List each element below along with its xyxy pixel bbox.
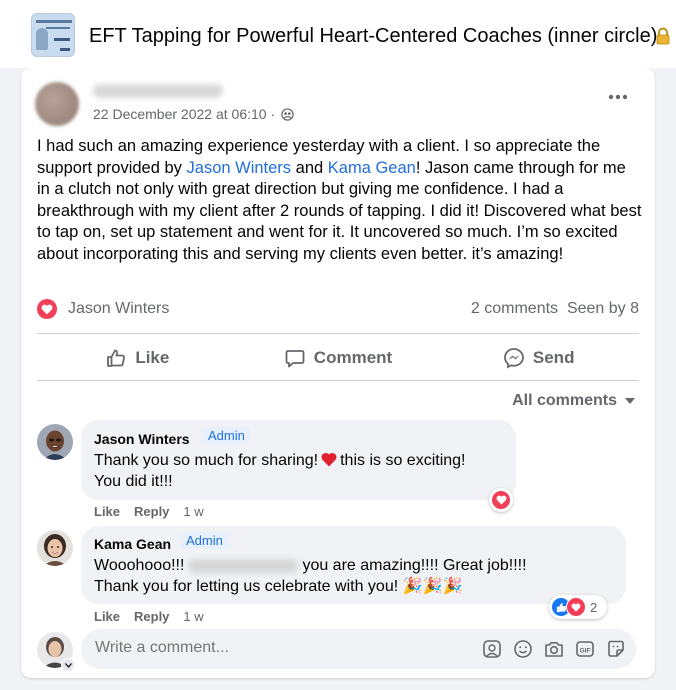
caret-down-icon [625, 398, 635, 404]
comment-reply-link[interactable]: Reply [134, 504, 169, 519]
profile-switch-chevron-icon[interactable] [61, 658, 75, 672]
post-meta: 22 December 2022 at 06:10 · [93, 106, 294, 122]
post-card: 22 December 2022 at 06:10 · I had such a… [21, 68, 655, 678]
like-label: Like [135, 348, 170, 367]
admin-badge: Admin [203, 427, 250, 444]
comments-filter-dropdown[interactable]: All comments [512, 392, 635, 410]
more-options-icon[interactable] [607, 92, 629, 102]
comment-time[interactable]: 1 w [183, 504, 203, 519]
lock-icon [656, 27, 670, 45]
mention-kama-gean[interactable]: Kama Gean [328, 159, 416, 177]
commenter-name[interactable]: Kama Gean [94, 536, 171, 552]
admin-badge: Admin [181, 532, 228, 549]
comment-label: Comment [313, 348, 393, 367]
send-label: Send [532, 348, 575, 367]
comment-text: Thank you so much for sharing! this is so… [94, 450, 466, 472]
messenger-icon [503, 348, 524, 369]
reaction-count: 2 [590, 599, 598, 615]
thumbs-up-icon [107, 349, 126, 367]
gif-icon[interactable]: GIF [574, 638, 596, 660]
comment-text-part: this is so exciting! [340, 452, 466, 469]
comment-actions: Like Reply 1 w [94, 504, 204, 519]
comment-composer[interactable]: GIF [81, 629, 636, 669]
comment-button[interactable]: Comment [238, 336, 439, 380]
post-body: I had such an amazing experience yesterd… [37, 136, 643, 265]
post-timestamp[interactable]: 22 December 2022 at 06:10 · [93, 106, 275, 122]
camera-icon[interactable] [543, 638, 565, 660]
post-actions: Like Comment Send [37, 336, 639, 380]
like-button[interactable]: Like [37, 336, 238, 380]
red-heart-emoji-icon [321, 452, 337, 467]
reactions-summary: Jason Winters 2 comments Seen by 8 [37, 296, 639, 320]
comments-count[interactable]: 2 comments [471, 300, 558, 317]
comment-like-link[interactable]: Like [94, 504, 120, 519]
post-text-part: and [291, 158, 328, 177]
comment-time[interactable]: 1 w [183, 609, 203, 624]
comment-actions: Like Reply 1 w [94, 609, 204, 624]
comment-reaction-badge[interactable]: 2 [549, 595, 607, 619]
svg-text:GIF: GIF [580, 647, 591, 654]
comment-text-part: Wooohooo!!! [94, 557, 185, 574]
sticker-icon[interactable] [605, 638, 627, 660]
author-name-redacted[interactable] [93, 84, 223, 98]
commenter-name[interactable]: Jason Winters [94, 431, 190, 447]
author-avatar[interactable] [35, 82, 79, 126]
comment-like-link[interactable]: Like [94, 609, 120, 624]
comment-bubble-icon [285, 350, 305, 368]
redacted-mention [188, 558, 299, 573]
love-reaction-icon [492, 491, 510, 509]
emoji-icon[interactable] [512, 638, 534, 660]
group-cover-thumbnail[interactable] [31, 13, 75, 57]
comment-text: Wooohooo!!! you are amazing!!!! Great job… [94, 555, 527, 577]
comment-text-part: Thank you so much for sharing! [94, 452, 319, 469]
seen-by-count[interactable]: Seen by 8 [567, 300, 639, 317]
comments-filter-label: All comments [512, 392, 617, 409]
audience-members-icon[interactable] [281, 107, 294, 121]
divider [37, 380, 639, 381]
commenter-avatar-jason[interactable] [37, 424, 73, 460]
group-header: EFT Tapping for Powerful Heart-Centered … [0, 0, 676, 68]
comment-reply-link[interactable]: Reply [134, 609, 169, 624]
mention-jason-winters[interactable]: Jason Winters [187, 159, 292, 177]
love-reaction-icon[interactable] [37, 299, 57, 319]
divider [37, 333, 639, 334]
send-button[interactable]: Send [438, 336, 639, 380]
commenter-avatar-kama[interactable] [37, 530, 73, 566]
engagement-counts: 2 comments Seen by 8 [471, 300, 639, 318]
comment-reaction-badge[interactable] [489, 488, 513, 512]
comment-text-part: you are amazing!!!! Great job!!!! [302, 557, 527, 574]
comment-input[interactable] [95, 639, 455, 657]
comment-text-line: Thank you for letting us celebrate with … [94, 578, 463, 595]
reactor-name[interactable]: Jason Winters [68, 300, 169, 318]
comment-text-line: You did it!!! [94, 473, 173, 490]
group-title[interactable]: EFT Tapping for Powerful Heart-Centered … [89, 25, 657, 48]
love-reaction-icon [566, 597, 586, 617]
avatar-sticker-icon[interactable] [481, 638, 503, 660]
